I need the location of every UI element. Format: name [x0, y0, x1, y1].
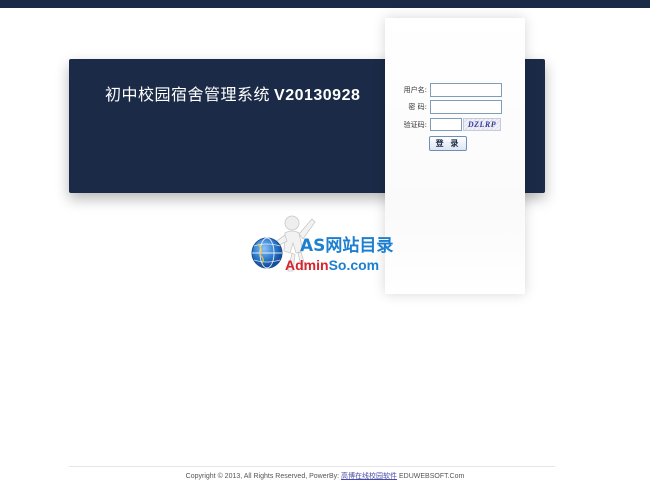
username-label: 用户名:	[403, 86, 427, 94]
footer-copyright: Copyright © 2013, All Rights Reserved, P…	[185, 473, 340, 480]
captcha-label: 验证码:	[403, 121, 427, 129]
top-bar	[0, 0, 650, 8]
captcha-row: 验证码: DZLRP	[385, 118, 525, 134]
page-title-cn: 初中校园宿舍管理系统	[105, 85, 271, 104]
footer: Copyright © 2013, All Rights Reserved, P…	[0, 471, 650, 481]
password-label: 密 码:	[408, 103, 427, 111]
watermark-domain: AdminSo.com	[285, 257, 379, 273]
watermark-domain-red: Admin	[285, 257, 329, 273]
password-input[interactable]	[430, 100, 502, 114]
captcha-input[interactable]	[430, 118, 462, 131]
footer-site: EDUWEBSOFT.Com	[398, 473, 465, 480]
footer-powerby-link[interactable]: 高博在线校园软件	[341, 472, 397, 480]
footer-divider	[69, 466, 555, 467]
watermark-title: AS网站目录	[300, 236, 394, 256]
login-button[interactable]: 登 录	[429, 136, 467, 151]
username-input[interactable]	[430, 83, 502, 97]
username-row: 用户名:	[385, 83, 525, 99]
watermark-logo: AS网站目录 AdminSo.com	[248, 213, 408, 283]
watermark-domain-blue: So.com	[328, 257, 380, 273]
password-row: 密 码:	[385, 100, 525, 116]
page-title: 初中校园宿舍管理系统 V20130928	[105, 81, 360, 105]
captcha-image[interactable]: DZLRP	[463, 118, 501, 131]
page-title-version: V20130928	[274, 87, 361, 104]
